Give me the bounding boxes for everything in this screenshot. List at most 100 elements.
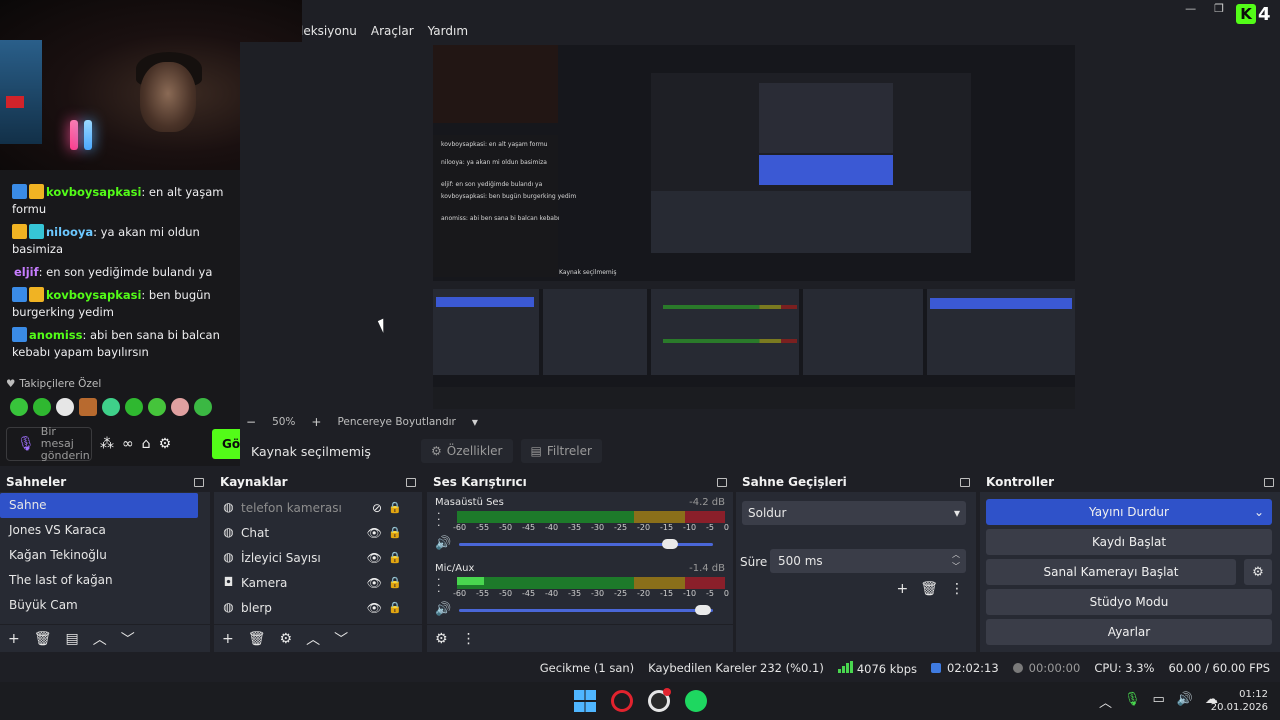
settings-button[interactable]: Ayarlar bbox=[986, 619, 1272, 645]
zoom-in-button[interactable]: + bbox=[311, 415, 321, 429]
transition-select[interactable]: Soldur ▾ bbox=[742, 501, 966, 525]
chat-username[interactable]: eljif bbox=[14, 265, 39, 279]
eye-icon[interactable]: 👁 bbox=[367, 601, 382, 615]
volume-slider[interactable] bbox=[459, 605, 713, 615]
slider-handle[interactable] bbox=[661, 539, 678, 549]
source-item[interactable]: ◍ Chat 👁 🔒 bbox=[214, 520, 422, 545]
advanced-audio-icon[interactable]: ⚙ bbox=[435, 631, 448, 647]
lock-icon[interactable]: 🔒 bbox=[388, 551, 402, 564]
emote-icon[interactable] bbox=[148, 398, 166, 416]
move-down-button[interactable]: ﹀ bbox=[121, 629, 135, 649]
windows-start-icon[interactable] bbox=[574, 690, 596, 712]
chat-username[interactable]: anomiss bbox=[29, 328, 82, 342]
microphone-icon[interactable]: 🎙 bbox=[1124, 692, 1141, 711]
add-scene-button[interactable]: + bbox=[8, 631, 20, 647]
emote-icon[interactable] bbox=[79, 398, 97, 416]
emote-icon[interactable] bbox=[171, 398, 189, 416]
infinity-icon[interactable]: ∞ bbox=[122, 436, 134, 452]
remove-source-button[interactable]: 🗑 bbox=[248, 631, 266, 647]
stop-stream-button[interactable]: Yayını Durdur ⌄ bbox=[986, 499, 1272, 525]
monitor-icon[interactable]: ▭ bbox=[1153, 692, 1165, 711]
eye-icon[interactable]: 👁 bbox=[367, 576, 382, 590]
emote-icon[interactable] bbox=[33, 398, 51, 416]
scene-item[interactable]: Kağan Tekinoğlu bbox=[0, 543, 198, 568]
start-recording-button[interactable]: Kaydı Başlat bbox=[986, 529, 1272, 555]
more-options-icon[interactable]: ⋮ bbox=[950, 581, 964, 597]
chevron-down-icon[interactable]: ▾ bbox=[472, 415, 478, 429]
zoom-out-button[interactable]: − bbox=[246, 415, 256, 429]
chat-username[interactable]: kovboysapkasi bbox=[46, 185, 141, 199]
minimize-icon[interactable]: — bbox=[1185, 2, 1196, 15]
channel-menu-icon[interactable]: · · · bbox=[437, 574, 441, 597]
move-down-button[interactable]: ﹀ bbox=[334, 629, 348, 649]
maximize-icon[interactable]: ❐ bbox=[1214, 2, 1224, 15]
chevron-up-icon[interactable]: ︿ bbox=[1099, 692, 1112, 711]
properties-button[interactable]: ⚙ Özellikler bbox=[421, 439, 513, 463]
obs-icon[interactable] bbox=[648, 688, 671, 712]
studio-mode-button[interactable]: Stüdyo Modu bbox=[986, 589, 1272, 615]
speaker-icon[interactable]: 🔊 bbox=[435, 602, 451, 617]
move-up-button[interactable]: ︿ bbox=[306, 629, 320, 649]
more-options-icon[interactable]: ⋮ bbox=[462, 631, 476, 647]
scene-item[interactable]: The last of kağan bbox=[0, 568, 198, 593]
chevron-down-icon[interactable]: ⌄ bbox=[1254, 505, 1264, 519]
opera-icon[interactable] bbox=[611, 690, 633, 712]
undock-icon[interactable] bbox=[717, 477, 727, 487]
scene-item[interactable]: Büyük Cam bbox=[0, 593, 198, 618]
speaker-icon[interactable]: 🔊 bbox=[1177, 692, 1193, 711]
scene-filters-button[interactable]: ▤ bbox=[66, 631, 79, 647]
lock-icon[interactable]: 🔒 bbox=[388, 601, 402, 614]
scene-item[interactable]: Jones VS Karaca bbox=[0, 518, 198, 543]
source-item[interactable]: ◍ telefon kamerası ⊘ 🔒 bbox=[214, 495, 422, 520]
channel-menu-icon[interactable]: · · · bbox=[437, 508, 441, 531]
eye-icon[interactable]: 👁 bbox=[367, 526, 382, 540]
menu-item-tools[interactable]: Araçlar bbox=[371, 24, 414, 38]
undock-icon[interactable] bbox=[406, 477, 416, 487]
source-item[interactable]: ◘ Kamera 👁 🔒 bbox=[214, 570, 422, 595]
clock[interactable]: 01:12 20.01.2026 bbox=[1211, 688, 1268, 714]
resize-to-window-select[interactable]: Pencereye Boyutlandır bbox=[337, 416, 455, 428]
send-button[interactable]: Gö bbox=[212, 429, 240, 459]
menu-item-collection[interactable]: leksiyonu bbox=[300, 24, 357, 38]
eye-hidden-icon[interactable]: ⊘ bbox=[372, 501, 382, 515]
filters-button[interactable]: ▤ Filtreler bbox=[520, 439, 602, 463]
source-properties-button[interactable]: ⚙ bbox=[280, 631, 293, 647]
move-up-button[interactable]: ︿ bbox=[93, 629, 107, 649]
scene-item[interactable]: Sahne bbox=[0, 493, 198, 518]
duration-input[interactable]: 500 ms ︿ ﹀ bbox=[770, 549, 966, 573]
volume-slider[interactable] bbox=[459, 539, 713, 549]
remove-transition-button[interactable]: 🗑 bbox=[920, 581, 938, 597]
emote-icon[interactable] bbox=[102, 398, 120, 416]
add-transition-button[interactable]: + bbox=[896, 581, 908, 597]
program-preview[interactable]: kovboysapkasi: en alt yaşam formu nilooy… bbox=[433, 45, 1075, 409]
chat-input[interactable]: 🎙 Bir mesaj gönderin bbox=[6, 426, 92, 462]
chat-username[interactable]: nilooya bbox=[46, 225, 93, 239]
emote-icon[interactable] bbox=[125, 398, 143, 416]
add-source-button[interactable]: + bbox=[222, 631, 234, 647]
undock-icon[interactable] bbox=[1264, 477, 1274, 487]
remove-scene-button[interactable]: 🗑 bbox=[34, 631, 52, 647]
lock-icon[interactable]: 🔒 bbox=[388, 526, 402, 539]
eye-icon[interactable]: 👁 bbox=[367, 551, 382, 565]
users-icon[interactable]: ⁂ bbox=[100, 436, 114, 452]
emote-icon[interactable] bbox=[10, 398, 28, 416]
source-item[interactable]: ◍ İzleyici Sayısı 👁 🔒 bbox=[214, 545, 422, 570]
undock-icon[interactable] bbox=[194, 477, 204, 487]
speaker-icon[interactable]: 🔊 bbox=[435, 536, 451, 551]
lock-icon[interactable]: 🔒 bbox=[388, 576, 402, 589]
store-icon[interactable]: ⌂ bbox=[142, 436, 151, 452]
spin-arrows-icon[interactable]: ︿ ﹀ bbox=[952, 549, 960, 573]
menu-item-help[interactable]: Yardım bbox=[428, 24, 468, 38]
undock-icon[interactable] bbox=[960, 477, 970, 487]
emote-icon[interactable] bbox=[194, 398, 212, 416]
virtual-camera-settings-icon[interactable]: ⚙ bbox=[1244, 559, 1272, 585]
emote-icon[interactable] bbox=[56, 398, 74, 416]
chat-username[interactable]: kovboysapkasi bbox=[46, 288, 141, 302]
spotify-icon[interactable] bbox=[685, 690, 707, 712]
slider-handle[interactable] bbox=[694, 605, 711, 615]
source-item[interactable]: ◍ blerp 👁 🔒 bbox=[214, 595, 422, 620]
microphone-icon[interactable]: 🎙 bbox=[17, 436, 35, 452]
gear-icon[interactable]: ⚙ bbox=[159, 436, 172, 452]
lock-icon[interactable]: 🔒 bbox=[388, 501, 402, 514]
start-virtual-camera-button[interactable]: Sanal Kamerayı Başlat bbox=[986, 559, 1236, 585]
